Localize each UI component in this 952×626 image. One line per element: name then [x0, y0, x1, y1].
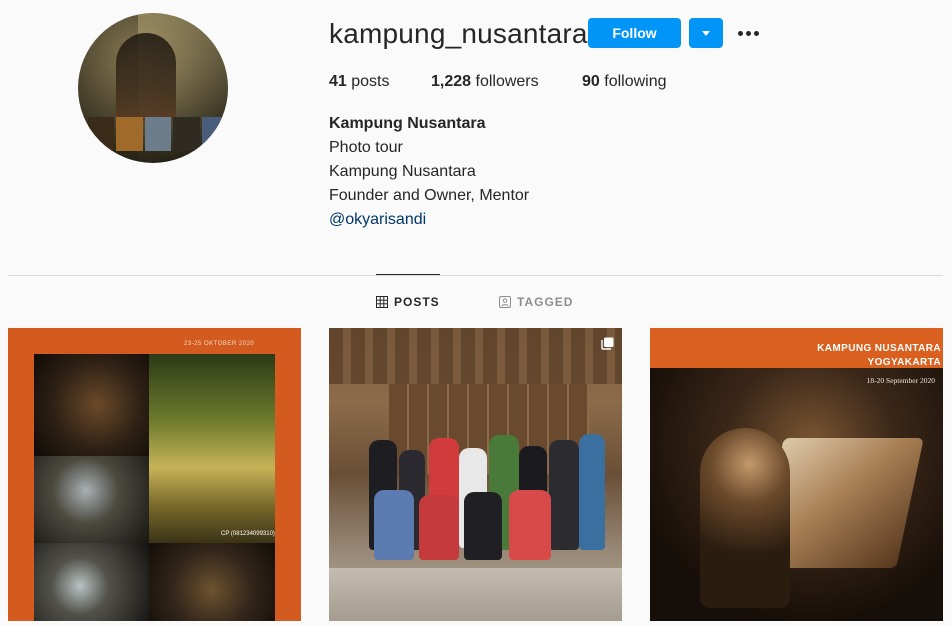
avatar-figure: [116, 33, 176, 123]
post-1-photo: [34, 543, 149, 621]
followers-label: followers: [475, 73, 539, 90]
post-3-title-line-1: KAMPUNG NUSANTARA: [817, 343, 941, 354]
post-3-artisan: [700, 428, 790, 608]
tab-tagged-label: TAGGED: [517, 295, 574, 309]
tagged-icon: [499, 296, 511, 308]
tab-posts-label: POSTS: [394, 295, 440, 309]
post-1-photo: [149, 354, 275, 543]
more-options-icon[interactable]: [738, 24, 760, 42]
post-3-date: 18-20 September 2020: [866, 376, 935, 385]
post-1-photo: [149, 543, 275, 621]
tab-posts[interactable]: POSTS: [376, 295, 440, 309]
post-2-roof: [329, 328, 622, 384]
post-thumbnail-1[interactable]: 23-25 OKTOBER 2020 CP (081234099310): [8, 328, 301, 621]
post-1-header-text: 23-25 OKTOBER 2020: [184, 341, 255, 347]
follow-button[interactable]: Follow: [588, 18, 681, 48]
followers-stat[interactable]: 1,228 followers: [431, 73, 539, 91]
followers-count: 1,228: [431, 73, 472, 90]
post-1-photo: [34, 456, 149, 543]
posts-count-stat: 41 posts: [329, 73, 390, 91]
avatar-collage-strip: [88, 117, 228, 151]
post-1-header-band: 23-25 OKTOBER 2020: [8, 328, 301, 354]
profile-username: kampung_nusantara: [329, 18, 588, 49]
posts-count: 41: [329, 73, 347, 90]
post-1-photo: [34, 354, 149, 456]
post-2-group-photo: [359, 420, 609, 570]
bio-name: Kampung Nusantara: [329, 115, 486, 132]
carousel-icon: [601, 337, 614, 350]
bio-mention-link[interactable]: @okyarisandi: [329, 208, 426, 232]
post-thumbnail-3[interactable]: KAMPUNG NUSANTARA YOGYAKARTA 18-20 Septe…: [650, 328, 943, 621]
bio-line-2: Founder and Owner, Mentor: [329, 187, 530, 204]
following-count: 90: [582, 73, 600, 90]
tab-tagged[interactable]: TAGGED: [499, 295, 573, 309]
caret-down-icon: [702, 30, 710, 36]
post-3-title-line-2: YOGYAKARTA: [867, 357, 941, 368]
profile-avatar[interactable]: [78, 13, 228, 163]
post-thumbnail-2[interactable]: [329, 328, 622, 621]
posts-label: posts: [351, 73, 390, 90]
bio-line-1: Kampung Nusantara: [329, 163, 476, 180]
tabs-divider: [8, 275, 943, 276]
following-stat[interactable]: 90 following: [582, 73, 667, 91]
suggestions-dropdown-button[interactable]: [689, 18, 723, 48]
post-1-collage: [34, 354, 275, 621]
following-label: following: [604, 73, 667, 90]
active-tab-indicator: [376, 274, 440, 275]
grid-icon: [376, 296, 388, 308]
post-1-contact-text: CP (081234099310): [221, 531, 275, 537]
post-3-photo: [650, 368, 943, 621]
bio-category: Photo tour: [329, 139, 403, 156]
post-2-ground: [329, 568, 622, 621]
